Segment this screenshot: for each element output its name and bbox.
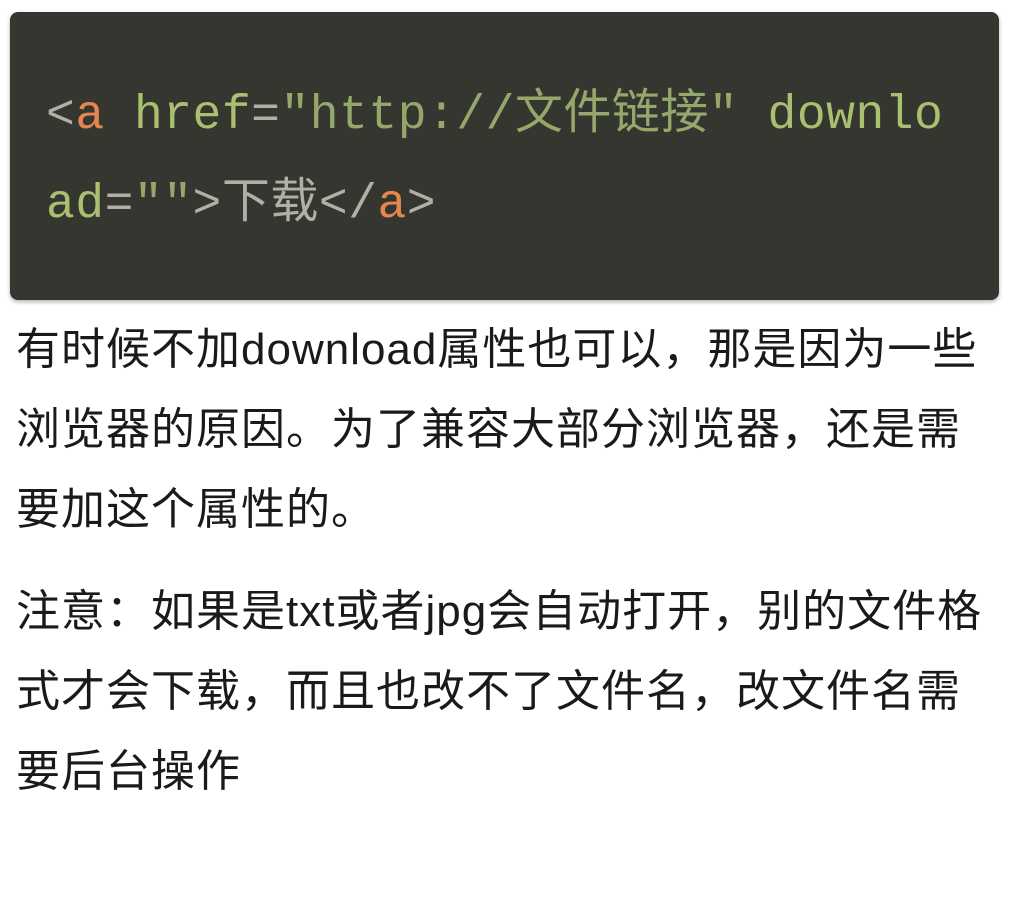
code-token-attr: href	[134, 89, 251, 143]
code-token-string: ""	[134, 178, 193, 232]
code-line: <a href="http://文件链接" download="">下载</a>	[46, 72, 963, 250]
code-token-equals: =	[105, 178, 134, 232]
code-token-text: 下载	[222, 178, 319, 232]
code-token-space	[738, 89, 767, 143]
code-token-equals: =	[251, 89, 280, 143]
code-token-tag: a	[377, 178, 406, 232]
code-token-punct: >	[193, 178, 222, 232]
paragraph-2: 注意：如果是txt或者jpg会自动打开，别的文件格式才会下载，而且也改不了文件名…	[0, 572, 1009, 812]
code-token-tag: a	[75, 89, 104, 143]
code-block: <a href="http://文件链接" download="">下载</a>	[10, 12, 999, 300]
code-token-space	[105, 89, 134, 143]
code-token-string: "http://文件链接"	[280, 89, 738, 143]
code-token-punct: >	[407, 178, 436, 232]
paragraph-1: 有时候不加download属性也可以，那是因为一些浏览器的原因。为了兼容大部分浏…	[0, 310, 1009, 550]
code-token-punct: <	[46, 89, 75, 143]
code-token-punct: </	[319, 178, 378, 232]
